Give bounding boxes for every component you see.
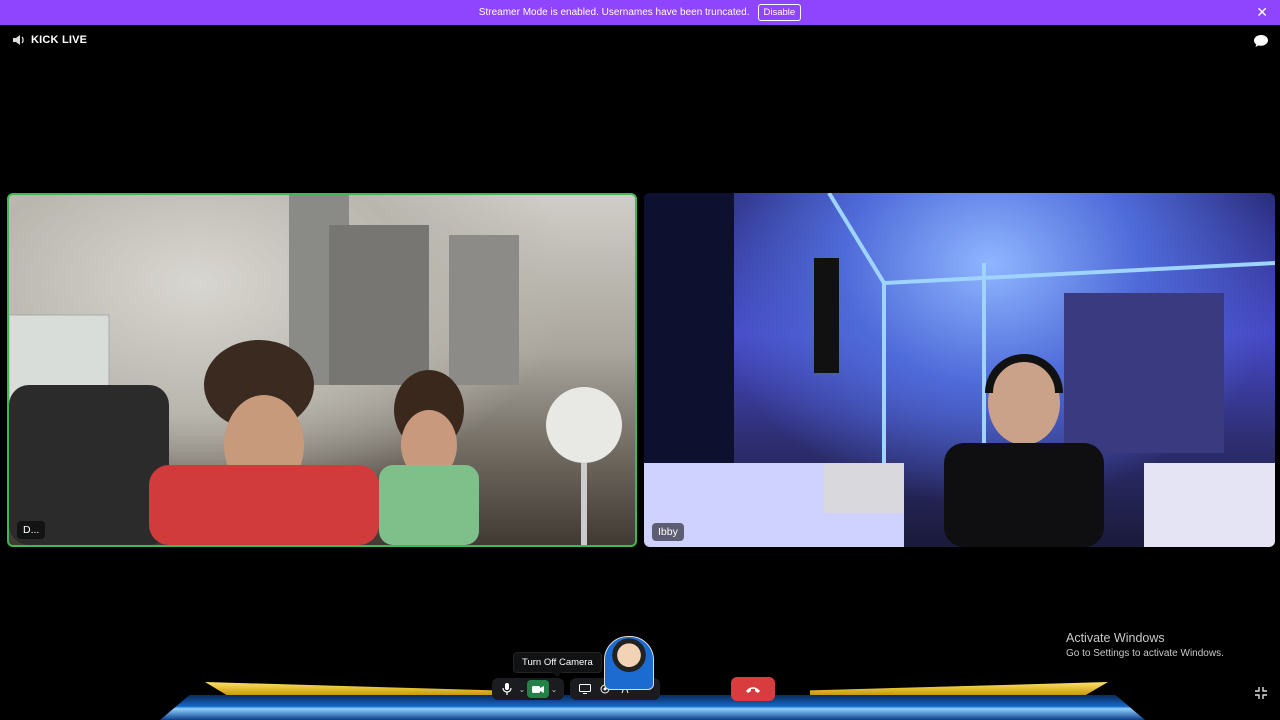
video-feed	[644, 193, 1275, 547]
camera-tooltip: Turn Off Camera	[513, 652, 602, 677]
avatar	[604, 636, 654, 690]
microphone-icon[interactable]	[497, 680, 517, 698]
decoration-left	[205, 682, 495, 696]
disable-streamer-mode-button[interactable]: Disable	[757, 4, 802, 21]
video-tile-participant-2[interactable]: Ibby	[644, 193, 1275, 547]
chevron-down-icon[interactable]: ⌄	[549, 680, 559, 698]
speaker-icon	[12, 34, 25, 46]
audio-video-group: ⌄ ⌄	[492, 678, 564, 700]
screen-share-icon[interactable]	[575, 680, 595, 698]
streamer-mode-banner: Streamer Mode is enabled. Usernames have…	[0, 0, 1280, 25]
decoration-right	[810, 682, 1108, 696]
close-icon[interactable]: ✕	[1256, 5, 1268, 19]
video-feed	[9, 195, 622, 545]
call-header: KICK LIVE	[12, 34, 87, 46]
exit-fullscreen-icon[interactable]	[1254, 686, 1268, 700]
channel-name: KICK LIVE	[31, 34, 88, 46]
participant-name-tag: Ibby	[652, 523, 684, 541]
banner-message: Streamer Mode is enabled. Usernames have…	[478, 7, 750, 18]
chevron-down-icon[interactable]: ⌄	[517, 680, 527, 698]
activate-windows-watermark: Activate Windows Go to Settings to activ…	[1066, 631, 1224, 659]
watermark-subtitle: Go to Settings to activate Windows.	[1066, 648, 1224, 659]
participant-name-tag: D...	[17, 521, 46, 539]
video-tile-participant-1[interactable]: D...	[7, 193, 637, 547]
chat-bubble-icon[interactable]	[1253, 34, 1269, 48]
camera-icon[interactable]	[527, 680, 549, 698]
hang-up-icon[interactable]	[731, 677, 775, 701]
watermark-title: Activate Windows	[1066, 631, 1165, 645]
